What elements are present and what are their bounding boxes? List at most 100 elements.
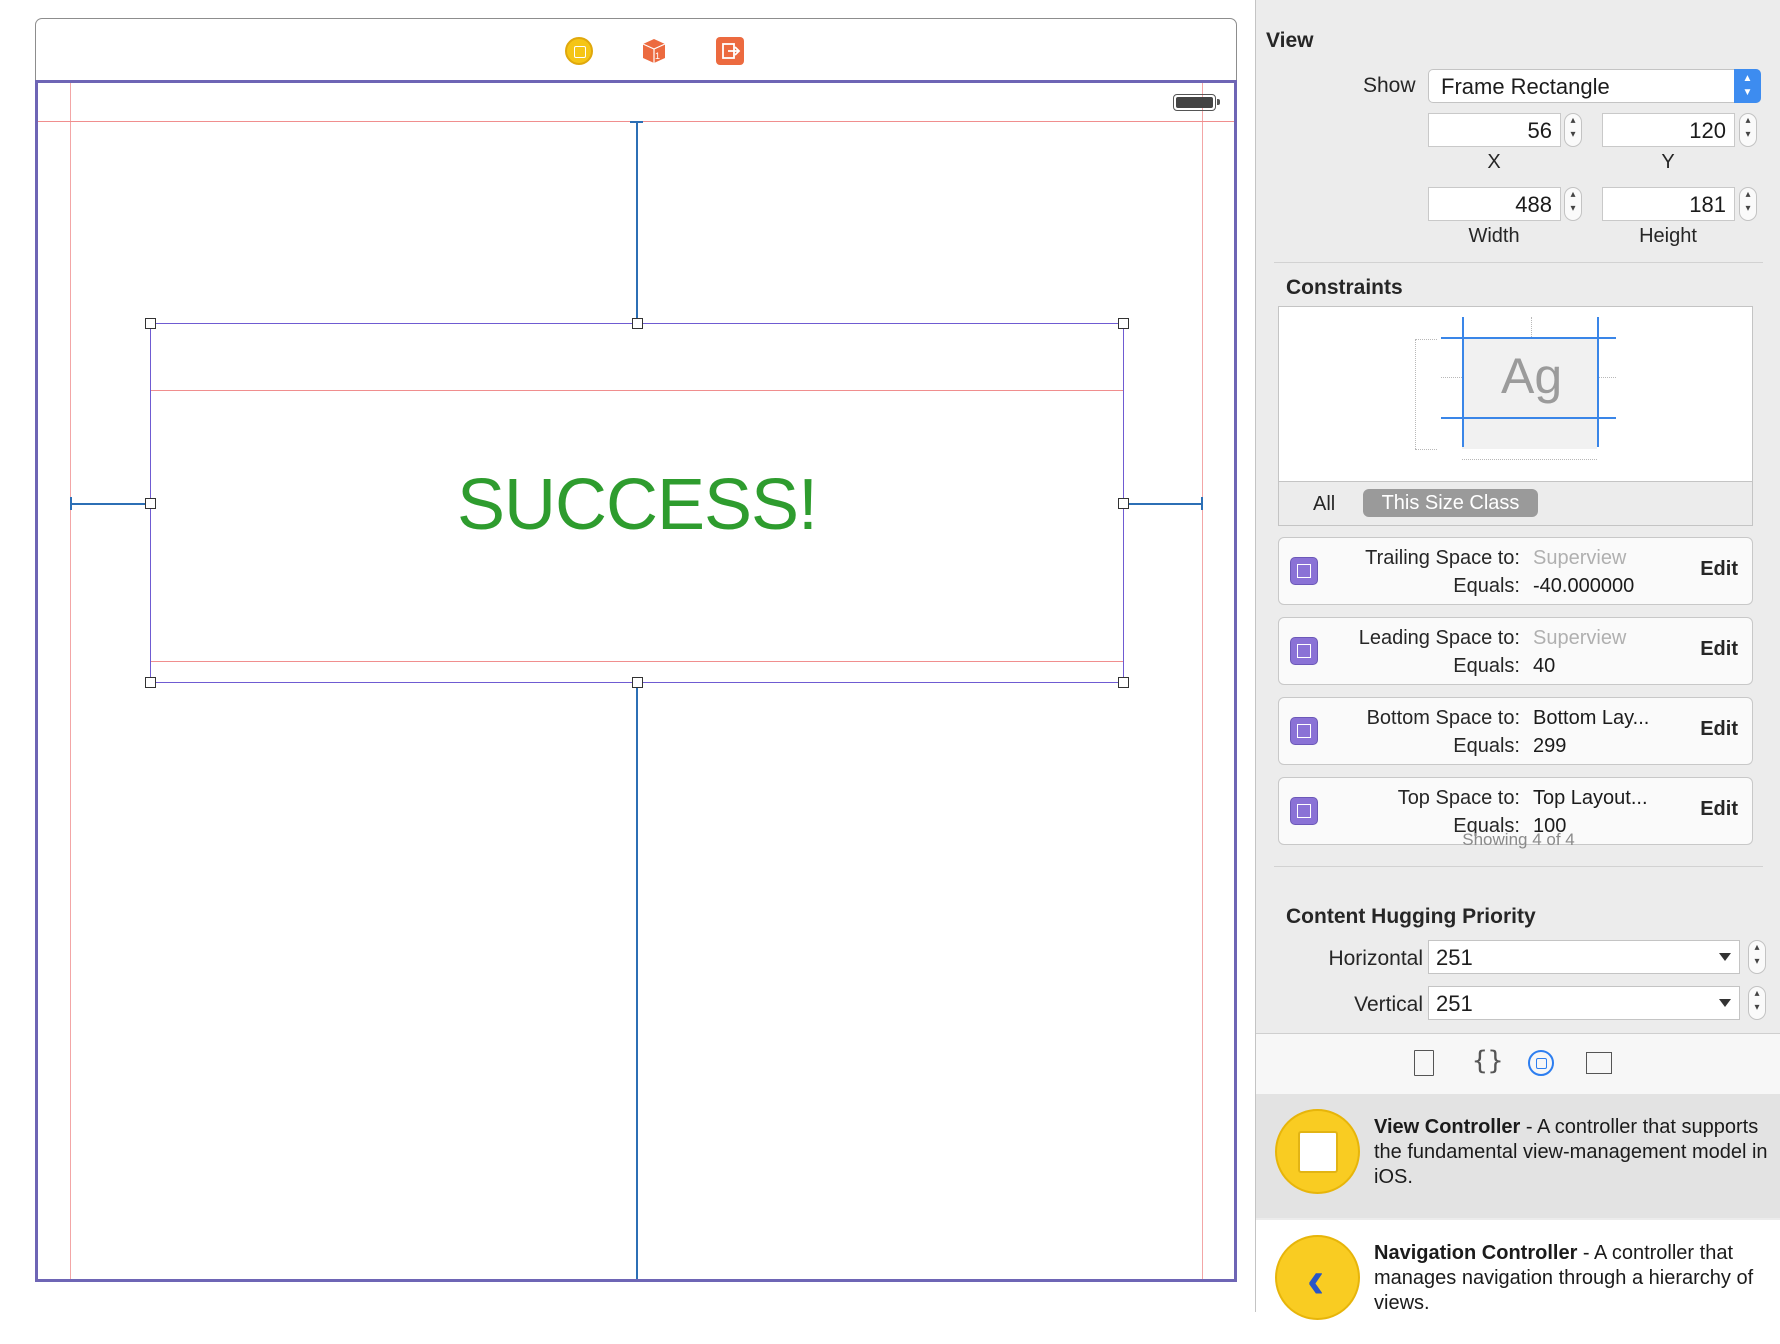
view-section-title: View — [1266, 29, 1314, 52]
constraint-row-bottom[interactable]: Bottom Space to: Bottom Lay... Equals: 2… — [1278, 697, 1753, 765]
height-field[interactable]: 181 — [1602, 187, 1735, 221]
preview-dotted-left — [1415, 339, 1416, 449]
top-space-constraint[interactable] — [636, 121, 638, 323]
library-tab-bar: {} — [1256, 1033, 1780, 1095]
x-field[interactable]: 56 — [1428, 113, 1561, 147]
y-label: Y — [1661, 151, 1675, 173]
media-library-icon[interactable] — [1586, 1052, 1612, 1074]
storyboard-canvas[interactable]: 1 SUCCESS! — [0, 0, 1255, 1312]
device-frame[interactable]: SUCCESS! — [35, 80, 1237, 1282]
hugging-section-title: Content Hugging Priority — [1286, 905, 1536, 928]
bottom-space-constraint[interactable] — [636, 683, 638, 1279]
exit-icon[interactable] — [716, 37, 744, 65]
row-target: Top Layout... — [1533, 787, 1648, 809]
bottom-constraint-icon — [1290, 717, 1318, 745]
label-bottom-guide — [151, 661, 1123, 662]
first-responder-icon[interactable]: 1 — [640, 37, 668, 65]
horizontal-priority-stepper[interactable]: ▴ ▾ — [1748, 940, 1766, 974]
resize-handle-bottom-left[interactable] — [145, 677, 156, 688]
y-field[interactable]: 120 — [1602, 113, 1735, 147]
preview-dotted-top — [1415, 339, 1437, 340]
constraints-section-title: Constraints — [1286, 276, 1403, 299]
resize-handle-bottom[interactable] — [632, 677, 643, 688]
section-divider — [1274, 866, 1763, 867]
library-item-view-controller[interactable]: View Controller - A controller that supp… — [1256, 1094, 1780, 1218]
horizontal-priority-value: 251 — [1436, 945, 1473, 970]
x-stepper[interactable]: ▴ ▾ — [1564, 113, 1582, 147]
label-top-guide — [151, 390, 1123, 391]
resize-handle-bottom-right[interactable] — [1118, 677, 1129, 688]
view-controller-icon[interactable] — [565, 37, 593, 65]
library-item-name: Navigation Controller — [1374, 1242, 1578, 1264]
preview-text: Ag — [1501, 348, 1563, 404]
row-key: Top Space to: — [1397, 787, 1520, 809]
resize-handle-top[interactable] — [632, 318, 643, 329]
row-target: Superview — [1533, 627, 1627, 649]
trailing-space-constraint[interactable] — [1124, 503, 1202, 505]
edit-button[interactable]: Edit — [1700, 718, 1738, 741]
leading-constraint-icon — [1290, 637, 1318, 665]
row-equals-value: 299 — [1533, 735, 1567, 757]
width-field[interactable]: 488 — [1428, 187, 1561, 221]
vertical-priority-combo[interactable]: 251 — [1428, 986, 1740, 1020]
view-controller-icon — [1275, 1109, 1360, 1194]
horizontal-label: Horizontal — [1328, 947, 1423, 970]
dropdown-arrow-icon — [1719, 999, 1731, 1007]
battery-icon — [1173, 94, 1220, 111]
edit-button[interactable]: Edit — [1700, 558, 1738, 581]
edit-button[interactable]: Edit — [1700, 798, 1738, 821]
y-stepper[interactable]: ▴ ▾ — [1739, 113, 1757, 147]
constraint-row-leading[interactable]: Leading Space to: Superview Equals: 40 E… — [1278, 617, 1753, 685]
resize-handle-left[interactable] — [145, 498, 156, 509]
preview-line-bottom — [1441, 417, 1616, 419]
edit-button[interactable]: Edit — [1700, 638, 1738, 661]
resize-handle-top-left[interactable] — [145, 318, 156, 329]
show-label: Show — [1363, 74, 1416, 97]
scene-dock: 1 — [35, 18, 1237, 80]
row-key: Trailing Space to: — [1365, 547, 1520, 569]
library-item-navigation-controller[interactable]: ‹ Navigation Controller - A controller t… — [1256, 1220, 1780, 1344]
constraints-count: Showing 4 of 4 — [1462, 830, 1575, 849]
vertical-priority-value: 251 — [1436, 991, 1473, 1016]
section-divider — [1274, 262, 1763, 263]
preview-dotted-bottom — [1415, 449, 1437, 450]
constraint-preview[interactable]: Ag — [1278, 306, 1753, 482]
success-label[interactable]: SUCCESS! — [151, 469, 1123, 541]
row-equals-label: Equals: — [1453, 655, 1520, 677]
row-key: Leading Space to: — [1358, 627, 1520, 649]
row-equals-value: -40.000000 — [1533, 575, 1635, 597]
preview-line-top — [1441, 337, 1616, 339]
show-popup-button[interactable]: Frame Rectangle ▲ ▼ — [1428, 69, 1761, 103]
trailing-constraint-icon — [1290, 557, 1318, 585]
height-label: Height — [1639, 225, 1697, 247]
library-item-text: Navigation Controller - A controller tha… — [1374, 1241, 1774, 1316]
row-equals-label: Equals: — [1453, 575, 1520, 597]
row-equals-value: 40 — [1533, 655, 1556, 677]
tab-all[interactable]: All — [1313, 493, 1335, 516]
tab-this-size-class[interactable]: This Size Class — [1363, 489, 1538, 517]
top-constraint-icon — [1290, 797, 1318, 825]
resize-handle-top-right[interactable] — [1118, 318, 1129, 329]
constraint-row-trailing[interactable]: Trailing Space to: Superview Equals: -40… — [1278, 537, 1753, 605]
width-stepper[interactable]: ▴ ▾ — [1564, 187, 1582, 221]
object-library-icon[interactable] — [1528, 1050, 1554, 1076]
leading-space-constraint[interactable] — [70, 503, 150, 505]
success-label-frame[interactable]: SUCCESS! — [145, 318, 1129, 688]
horizontal-priority-combo[interactable]: 251 — [1428, 940, 1740, 974]
vertical-label: Vertical — [1354, 993, 1423, 1016]
height-stepper[interactable]: ▴ ▾ — [1739, 187, 1757, 221]
size-inspector: View Show Frame Rectangle ▲ ▼ 56 ▴ ▾ 120 ▴… — [1255, 0, 1780, 1344]
navigation-controller-icon: ‹ — [1275, 1235, 1360, 1320]
file-template-icon[interactable] — [1414, 1050, 1434, 1076]
svg-text:1: 1 — [655, 51, 660, 61]
right-margin-guide — [1202, 83, 1203, 1279]
dropdown-arrow-icon — [1719, 953, 1731, 961]
row-target: Superview — [1533, 547, 1627, 569]
x-label: X — [1487, 151, 1501, 173]
row-target: Bottom Lay... — [1533, 707, 1650, 729]
show-popup-value: Frame Rectangle — [1441, 74, 1610, 99]
width-label: Width — [1468, 225, 1520, 247]
resize-handle-right[interactable] — [1118, 498, 1129, 509]
code-snippet-icon[interactable]: {} — [1472, 1048, 1503, 1076]
vertical-priority-stepper[interactable]: ▴ ▾ — [1748, 986, 1766, 1020]
